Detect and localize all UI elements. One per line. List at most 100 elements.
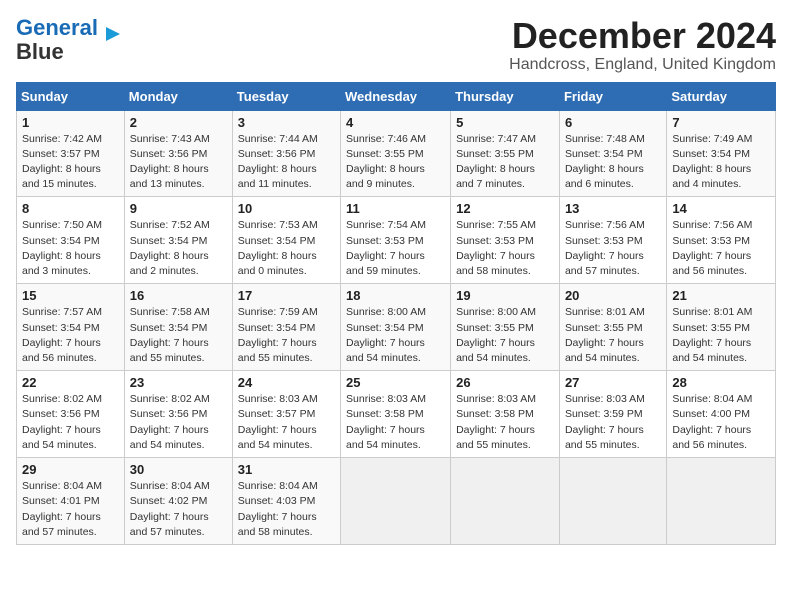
day-info: Sunrise: 7:54 AMSunset: 3:53 PMDaylight:… (346, 218, 445, 279)
calendar-day-cell (451, 458, 560, 545)
calendar-day-cell: 22Sunrise: 8:02 AMSunset: 3:56 PMDayligh… (17, 371, 125, 458)
day-number: 11 (346, 201, 445, 216)
day-number: 21 (672, 288, 770, 303)
calendar-day-cell: 9Sunrise: 7:52 AMSunset: 3:54 PMDaylight… (124, 197, 232, 284)
day-info: Sunrise: 7:49 AMSunset: 3:54 PMDaylight:… (672, 132, 770, 193)
calendar-day-cell (667, 458, 776, 545)
logo-arrow-icon (102, 23, 124, 45)
day-number: 4 (346, 115, 445, 130)
day-number: 3 (238, 115, 335, 130)
day-info: Sunrise: 8:00 AMSunset: 3:54 PMDaylight:… (346, 305, 445, 366)
day-info: Sunrise: 7:46 AMSunset: 3:55 PMDaylight:… (346, 132, 445, 193)
weekday-header-sunday: Sunday (17, 82, 125, 110)
calendar-day-cell: 10 Sunrise: 7:53 AMSunset: 3:54 PMDayligh… (232, 197, 340, 284)
day-info: Sunrise: 7:55 AMSunset: 3:53 PMDaylight:… (456, 218, 554, 279)
day-number: 1 (22, 115, 119, 130)
day-number: 5 (456, 115, 554, 130)
day-number: 25 (346, 375, 445, 390)
calendar-day-cell: 17Sunrise: 7:59 AMSunset: 3:54 PMDayligh… (232, 284, 340, 371)
calendar-day-cell: 14 Sunrise: 7:56 AMSunset: 3:53 PMDayligh… (667, 197, 776, 284)
day-info: Sunrise: 8:04 AMSunset: 4:00 PMDaylight:… (672, 392, 770, 453)
calendar-day-cell: 19 Sunrise: 8:00 AMSunset: 3:55 PMDayligh… (451, 284, 560, 371)
day-info: Sunrise: 7:53 AMSunset: 3:54 PMDaylight:… (238, 218, 335, 279)
day-number: 13 (565, 201, 661, 216)
calendar-week-row: 29 Sunrise: 8:04 AMSunset: 4:01 PMDayligh… (17, 458, 776, 545)
day-info: Sunrise: 7:50 AMSunset: 3:54 PMDaylight:… (22, 218, 119, 279)
calendar-subtitle: Handcross, England, United Kingdom (509, 56, 776, 74)
day-info: Sunrise: 7:56 AMSunset: 3:53 PMDaylight:… (672, 218, 770, 279)
calendar-week-row: 1 Sunrise: 7:42 AMSunset: 3:57 PMDaylight… (17, 110, 776, 197)
day-info: Sunrise: 8:01 AMSunset: 3:55 PMDaylight:… (565, 305, 661, 366)
calendar-day-cell: 3 Sunrise: 7:44 AMSunset: 3:56 PMDaylight… (232, 110, 340, 197)
calendar-day-cell: 15 Sunrise: 7:57 AMSunset: 3:54 PMDayligh… (17, 284, 125, 371)
weekday-header-tuesday: Tuesday (232, 82, 340, 110)
day-number: 9 (130, 201, 227, 216)
calendar-title: December 2024 (509, 16, 776, 56)
calendar-week-row: 15 Sunrise: 7:57 AMSunset: 3:54 PMDayligh… (17, 284, 776, 371)
calendar-day-cell: 7 Sunrise: 7:49 AMSunset: 3:54 PMDaylight… (667, 110, 776, 197)
day-info: Sunrise: 8:03 AMSunset: 3:58 PMDaylight:… (456, 392, 554, 453)
calendar-day-cell: 12Sunrise: 7:55 AMSunset: 3:53 PMDayligh… (451, 197, 560, 284)
calendar-day-cell: 26Sunrise: 8:03 AMSunset: 3:58 PMDayligh… (451, 371, 560, 458)
day-info: Sunrise: 8:00 AMSunset: 3:55 PMDaylight:… (456, 305, 554, 366)
calendar-week-row: 8 Sunrise: 7:50 AMSunset: 3:54 PMDaylight… (17, 197, 776, 284)
day-number: 22 (22, 375, 119, 390)
calendar-body: 1 Sunrise: 7:42 AMSunset: 3:57 PMDaylight… (17, 110, 776, 544)
day-info: Sunrise: 8:03 AMSunset: 3:59 PMDaylight:… (565, 392, 661, 453)
day-info: Sunrise: 7:48 AMSunset: 3:54 PMDaylight:… (565, 132, 661, 193)
day-info: Sunrise: 8:03 AMSunset: 3:57 PMDaylight:… (238, 392, 335, 453)
day-info: Sunrise: 7:56 AMSunset: 3:53 PMDaylight:… (565, 218, 661, 279)
day-number: 29 (22, 462, 119, 477)
calendar-week-row: 22 Sunrise: 8:02 AMSunset: 3:56 PMDayligh… (17, 371, 776, 458)
day-number: 24 (238, 375, 335, 390)
day-info: Sunrise: 7:57 AMSunset: 3:54 PMDaylight:… (22, 305, 119, 366)
logo: General Blue (16, 16, 124, 64)
weekday-header-friday: Friday (559, 82, 666, 110)
day-number: 19 (456, 288, 554, 303)
calendar-day-cell: 23 Sunrise: 8:02 AMSunset: 3:56 PMDayligh… (124, 371, 232, 458)
calendar-day-cell: 31 Sunrise: 8:04 AMSunset: 4:03 PMDayligh… (232, 458, 340, 545)
day-info: Sunrise: 7:58 AMSunset: 3:54 PMDaylight:… (130, 305, 227, 366)
calendar-day-cell: 2Sunrise: 7:43 AMSunset: 3:56 PMDaylight… (124, 110, 232, 197)
calendar-day-cell: 6 Sunrise: 7:48 AMSunset: 3:54 PMDaylight… (559, 110, 666, 197)
day-info: Sunrise: 7:59 AMSunset: 3:54 PMDaylight:… (238, 305, 335, 366)
calendar-day-cell: 4 Sunrise: 7:46 AMSunset: 3:55 PMDaylight… (341, 110, 451, 197)
day-info: Sunrise: 8:04 AMSunset: 4:03 PMDaylight:… (238, 479, 335, 540)
weekday-header-row: SundayMondayTuesdayWednesdayThursdayFrid… (17, 82, 776, 110)
calendar-day-cell: 18 Sunrise: 8:00 AMSunset: 3:54 PMDayligh… (341, 284, 451, 371)
day-number: 6 (565, 115, 661, 130)
day-info: Sunrise: 7:44 AMSunset: 3:56 PMDaylight:… (238, 132, 335, 193)
calendar-title-block: December 2024 Handcross, England, United… (509, 16, 776, 74)
day-number: 31 (238, 462, 335, 477)
calendar-day-cell: 11 Sunrise: 7:54 AMSunset: 3:53 PMDayligh… (341, 197, 451, 284)
page-header: General Blue December 2024 Handcross, En… (16, 16, 776, 74)
calendar-day-cell: 29 Sunrise: 8:04 AMSunset: 4:01 PMDayligh… (17, 458, 125, 545)
calendar-day-cell (341, 458, 451, 545)
day-number: 14 (672, 201, 770, 216)
calendar-day-cell: 28Sunrise: 8:04 AMSunset: 4:00 PMDayligh… (667, 371, 776, 458)
day-number: 20 (565, 288, 661, 303)
day-number: 10 (238, 201, 335, 216)
weekday-header-monday: Monday (124, 82, 232, 110)
weekday-header-saturday: Saturday (667, 82, 776, 110)
calendar-day-cell: 13 Sunrise: 7:56 AMSunset: 3:53 PMDayligh… (559, 197, 666, 284)
calendar-day-cell: 24 Sunrise: 8:03 AMSunset: 3:57 PMDayligh… (232, 371, 340, 458)
day-number: 16 (130, 288, 227, 303)
day-info: Sunrise: 8:04 AMSunset: 4:01 PMDaylight:… (22, 479, 119, 540)
day-number: 7 (672, 115, 770, 130)
calendar-day-cell: 5Sunrise: 7:47 AMSunset: 3:55 PMDaylight… (451, 110, 560, 197)
day-info: Sunrise: 8:03 AMSunset: 3:58 PMDaylight:… (346, 392, 445, 453)
day-number: 23 (130, 375, 227, 390)
day-number: 8 (22, 201, 119, 216)
calendar-day-cell: 27Sunrise: 8:03 AMSunset: 3:59 PMDayligh… (559, 371, 666, 458)
day-number: 15 (22, 288, 119, 303)
calendar-day-cell: 8 Sunrise: 7:50 AMSunset: 3:54 PMDaylight… (17, 197, 125, 284)
calendar-day-cell: 25 Sunrise: 8:03 AMSunset: 3:58 PMDayligh… (341, 371, 451, 458)
day-info: Sunrise: 8:01 AMSunset: 3:55 PMDaylight:… (672, 305, 770, 366)
logo-text: General Blue (16, 16, 98, 64)
day-info: Sunrise: 8:02 AMSunset: 3:56 PMDaylight:… (130, 392, 227, 453)
calendar-day-cell: 16 Sunrise: 7:58 AMSunset: 3:54 PMDayligh… (124, 284, 232, 371)
day-info: Sunrise: 7:43 AMSunset: 3:56 PMDaylight:… (130, 132, 227, 193)
day-number: 18 (346, 288, 445, 303)
day-info: Sunrise: 7:42 AMSunset: 3:57 PMDaylight:… (22, 132, 119, 193)
